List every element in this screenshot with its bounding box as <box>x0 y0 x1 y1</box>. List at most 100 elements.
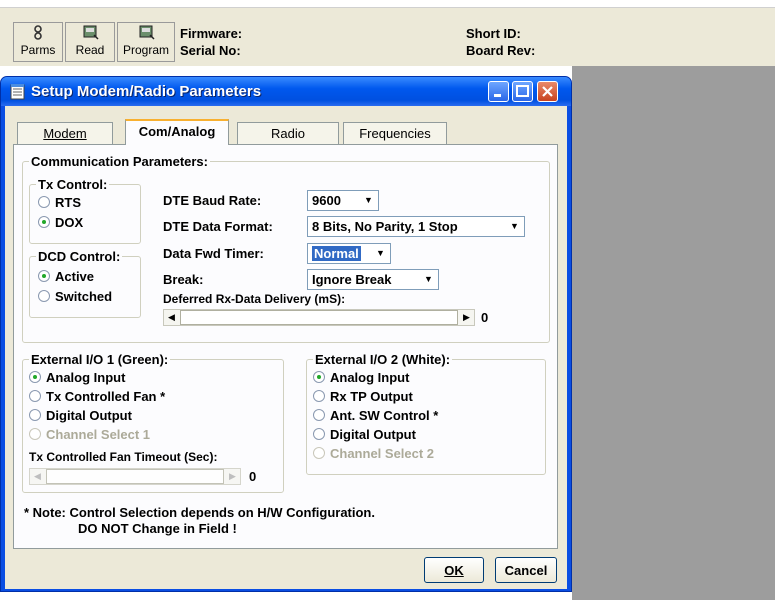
note-line-1: * Note: Control Selection depends on H/W… <box>24 505 375 520</box>
tab-radio[interactable]: Radio <box>237 122 339 144</box>
radio-io1-analog-label: Analog Input <box>46 370 126 385</box>
chevron-down-icon[interactable]: ▼ <box>506 218 523 235</box>
radio-io1-analog-input[interactable]: Analog Input <box>29 370 125 387</box>
dcd-control-group: DCD Control: Active Switched <box>29 249 141 318</box>
deferred-slider-track[interactable] <box>180 310 458 325</box>
board-rev-label: Board Rev: <box>466 43 536 58</box>
communication-parameters-group: Communication Parameters: Tx Control: RT… <box>22 154 550 343</box>
notepad-icon <box>10 84 25 100</box>
cancel-button[interactable]: Cancel <box>495 557 557 583</box>
dcd-control-title: DCD Control: <box>36 249 123 264</box>
fwd-timer-select[interactable]: Normal ▼ <box>307 243 391 264</box>
radio-io2-analog-input[interactable]: Analog Input <box>313 370 409 387</box>
dialog-title: Setup Modem/Radio Parameters <box>31 83 262 100</box>
deferred-value: 0 <box>481 310 489 325</box>
parms-label: Parms <box>20 43 56 57</box>
radio-active-indicator[interactable] <box>38 270 50 282</box>
short-id-label: Short ID: <box>466 26 521 41</box>
tab-com-analog[interactable]: Com/Analog <box>125 119 229 145</box>
baud-rate-label: DTE Baud Rate: <box>163 193 262 208</box>
scroll-right-icon[interactable]: ▶ <box>225 469 240 484</box>
tab-radio-label: Radio <box>271 126 305 141</box>
radio-io2-digital-label: Digital Output <box>330 427 416 442</box>
serial-label: Serial No: <box>180 43 241 58</box>
break-label: Break: <box>163 272 204 287</box>
close-button[interactable] <box>537 81 558 102</box>
radio-rts[interactable]: RTS <box>38 195 81 212</box>
radio-io1-channel-indicator <box>29 428 41 440</box>
radio-active[interactable]: Active <box>38 269 94 286</box>
radio-io2-analog-label: Analog Input <box>330 370 410 385</box>
setup-dialog: Setup Modem/Radio Parameters Modem Com/A… <box>0 76 572 592</box>
firmware-label: Firmware: <box>180 26 243 41</box>
scroll-left-icon[interactable]: ◀ <box>30 469 45 484</box>
tab-modem[interactable]: Modem <box>17 122 113 144</box>
read-label: Read <box>75 43 105 57</box>
radio-switched-label: Switched <box>55 289 113 304</box>
radio-io2-channel-select: Channel Select 2 <box>313 446 434 463</box>
radio-io2-digital-indicator[interactable] <box>313 428 325 440</box>
scroll-right-icon[interactable]: ▶ <box>459 310 474 325</box>
read-icon <box>83 25 99 40</box>
maximize-button[interactable] <box>512 81 533 102</box>
dialog-titlebar[interactable]: Setup Modem/Radio Parameters <box>1 77 571 106</box>
cropped-menu-strip <box>0 0 775 8</box>
external-io-2-title: External I/O 2 (White): <box>313 352 453 367</box>
external-io-1-group: External I/O 1 (Green): Analog Input Tx … <box>22 352 284 493</box>
program-label: Program <box>122 43 169 57</box>
radio-io1-digital-output[interactable]: Digital Output <box>29 408 132 425</box>
radio-io1-channel-label: Channel Select 1 <box>46 427 151 442</box>
tab-panel-com-analog: Communication Parameters: Tx Control: RT… <box>13 144 558 549</box>
data-format-label: DTE Data Format: <box>163 219 273 234</box>
radio-io1-tx-fan-label: Tx Controlled Fan * <box>46 389 166 404</box>
ok-button[interactable]: OK <box>424 557 484 583</box>
program-button[interactable]: Program <box>117 22 175 62</box>
minimize-button[interactable] <box>488 81 509 102</box>
radio-io2-ant-sw-indicator[interactable] <box>313 409 325 421</box>
radio-io1-tx-fan[interactable]: Tx Controlled Fan * <box>29 389 165 406</box>
fan-timeout-slider[interactable]: ◀ ▶ <box>29 468 241 485</box>
radio-io1-tx-fan-indicator[interactable] <box>29 390 41 402</box>
radio-io2-rx-tp-indicator[interactable] <box>313 390 325 402</box>
scroll-left-icon[interactable]: ◀ <box>164 310 179 325</box>
chevron-down-icon[interactable]: ▼ <box>420 271 437 288</box>
radio-switched-indicator[interactable] <box>38 290 50 302</box>
radio-rts-indicator[interactable] <box>38 196 50 208</box>
ok-label: OK <box>444 563 464 578</box>
baud-rate-select[interactable]: 9600 ▼ <box>307 190 379 211</box>
read-button[interactable]: Read <box>65 22 115 62</box>
radio-dox-label: DOX <box>55 215 84 230</box>
radio-io2-analog-indicator[interactable] <box>313 371 325 383</box>
data-format-value: 8 Bits, No Parity, 1 Stop <box>312 219 458 234</box>
radio-rts-label: RTS <box>55 195 81 210</box>
fan-timeout-track[interactable] <box>46 469 224 484</box>
fwd-timer-label: Data Fwd Timer: <box>163 246 264 261</box>
dialog-client: Modem Com/Analog Radio Frequencies Commu… <box>5 106 567 589</box>
radio-io2-ant-sw-control[interactable]: Ant. SW Control * <box>313 408 438 425</box>
parms-button[interactable]: Parms <box>13 22 63 62</box>
deferred-label: Deferred Rx-Data Delivery (mS): <box>163 292 346 306</box>
tx-control-title: Tx Control: <box>36 177 110 192</box>
fwd-timer-value: Normal <box>312 246 361 261</box>
data-format-select[interactable]: 8 Bits, No Parity, 1 Stop ▼ <box>307 216 525 237</box>
parameters-icon <box>34 25 42 40</box>
radio-io2-rx-tp-output[interactable]: Rx TP Output <box>313 389 413 406</box>
radio-io2-channel-indicator <box>313 447 325 459</box>
chevron-down-icon[interactable]: ▼ <box>372 245 389 262</box>
chevron-down-icon[interactable]: ▼ <box>360 192 377 209</box>
radio-io1-digital-indicator[interactable] <box>29 409 41 421</box>
note-line-2: DO NOT Change in Field ! <box>78 521 237 536</box>
close-icon <box>542 86 553 97</box>
radio-dox-indicator[interactable] <box>38 216 50 228</box>
radio-dox[interactable]: DOX <box>38 215 83 232</box>
break-select[interactable]: Ignore Break ▼ <box>307 269 439 290</box>
radio-io2-digital-output[interactable]: Digital Output <box>313 427 416 444</box>
radio-io1-analog-indicator[interactable] <box>29 371 41 383</box>
radio-io2-rx-tp-label: Rx TP Output <box>330 389 413 404</box>
tab-com-analog-label: Com/Analog <box>138 124 216 139</box>
tab-frequencies[interactable]: Frequencies <box>343 122 447 144</box>
radio-switched[interactable]: Switched <box>38 289 112 306</box>
deferred-slider[interactable]: ◀ ▶ <box>163 309 475 326</box>
program-icon <box>139 25 155 40</box>
fan-timeout-label: Tx Controlled Fan Timeout (Sec): <box>29 450 218 464</box>
